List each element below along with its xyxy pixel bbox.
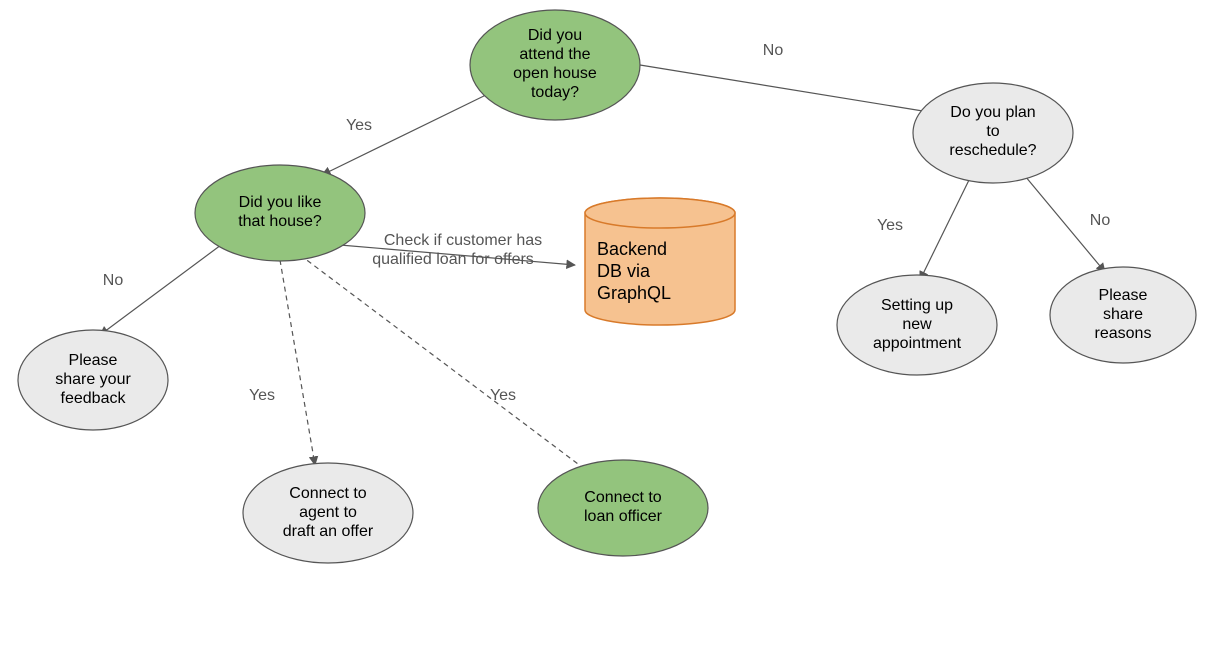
edge-resched-no: No bbox=[1025, 176, 1110, 272]
node-reasons-l2: reasons bbox=[1095, 325, 1152, 342]
node-feedback-l0: Please bbox=[69, 352, 118, 369]
node-loanofficer: Connect to loan officer bbox=[538, 460, 708, 556]
node-newappt-l2: appointment bbox=[873, 335, 962, 352]
label-attend-yes: Yes bbox=[346, 117, 372, 134]
node-newappt: Setting up new appointment bbox=[837, 275, 997, 375]
node-reschedule-l0: Do you plan bbox=[950, 104, 1035, 121]
label-attend-no: No bbox=[763, 42, 784, 59]
node-feedback: Please share your feedback bbox=[18, 330, 168, 430]
label-like-no: No bbox=[103, 272, 124, 289]
node-newappt-l1: new bbox=[902, 316, 932, 333]
label-like-yes-loan: Yes bbox=[490, 387, 516, 404]
node-db-l1: DB via bbox=[597, 261, 651, 281]
edge-like-check: Check if customer has qualified loan for… bbox=[340, 232, 575, 268]
node-agent-l0: Connect to bbox=[289, 485, 366, 502]
label-resched-no: No bbox=[1090, 212, 1111, 229]
node-agent-l2: draft an offer bbox=[283, 523, 374, 540]
node-feedback-l1: share your bbox=[55, 371, 131, 388]
node-reasons: Please share reasons bbox=[1050, 267, 1196, 363]
node-attend-l2: open house bbox=[513, 65, 597, 82]
node-feedback-l2: feedback bbox=[61, 390, 127, 407]
node-attend-l0: Did you bbox=[528, 27, 582, 44]
node-like-l1: that house? bbox=[238, 213, 322, 230]
node-attend-l3: today? bbox=[531, 84, 579, 101]
node-db: Backend DB via GraphQL bbox=[585, 198, 735, 325]
node-reschedule-l2: reschedule? bbox=[949, 142, 1036, 159]
node-attend-l1: attend the bbox=[519, 46, 590, 63]
label-like-yes-agent: Yes bbox=[249, 387, 275, 404]
label-like-check-1: Check if customer has bbox=[384, 232, 542, 249]
node-attend: Did you attend the open house today? bbox=[470, 10, 640, 120]
decision-tree-diagram: Yes No No Check if customer has qualifie… bbox=[0, 0, 1219, 645]
edge-attend-no: No bbox=[640, 42, 935, 113]
node-reschedule-l1: to bbox=[986, 123, 999, 140]
label-resched-yes: Yes bbox=[877, 217, 903, 234]
node-reasons-l1: share bbox=[1103, 306, 1143, 323]
node-loanofficer-l1: loan officer bbox=[584, 508, 663, 525]
node-newappt-l0: Setting up bbox=[881, 297, 953, 314]
node-agent: Connect to agent to draft an offer bbox=[243, 463, 413, 563]
node-db-l2: GraphQL bbox=[597, 283, 671, 303]
node-like-l0: Did you like bbox=[239, 194, 322, 211]
label-like-check-2: qualified loan for offers bbox=[372, 251, 534, 268]
node-like: Did you like that house? bbox=[195, 165, 365, 261]
edge-like-no: No bbox=[100, 242, 225, 335]
node-db-l0: Backend bbox=[597, 239, 667, 259]
edge-like-yes-loan: Yes bbox=[300, 255, 590, 473]
edge-attend-yes: Yes bbox=[322, 93, 490, 175]
node-reschedule: Do you plan to reschedule? bbox=[913, 83, 1073, 183]
edge-like-yes-agent: Yes bbox=[249, 260, 315, 465]
edge-resched-yes: Yes bbox=[877, 178, 970, 280]
node-agent-l1: agent to bbox=[299, 504, 357, 521]
node-loanofficer-l0: Connect to bbox=[584, 489, 661, 506]
node-reasons-l0: Please bbox=[1099, 287, 1148, 304]
